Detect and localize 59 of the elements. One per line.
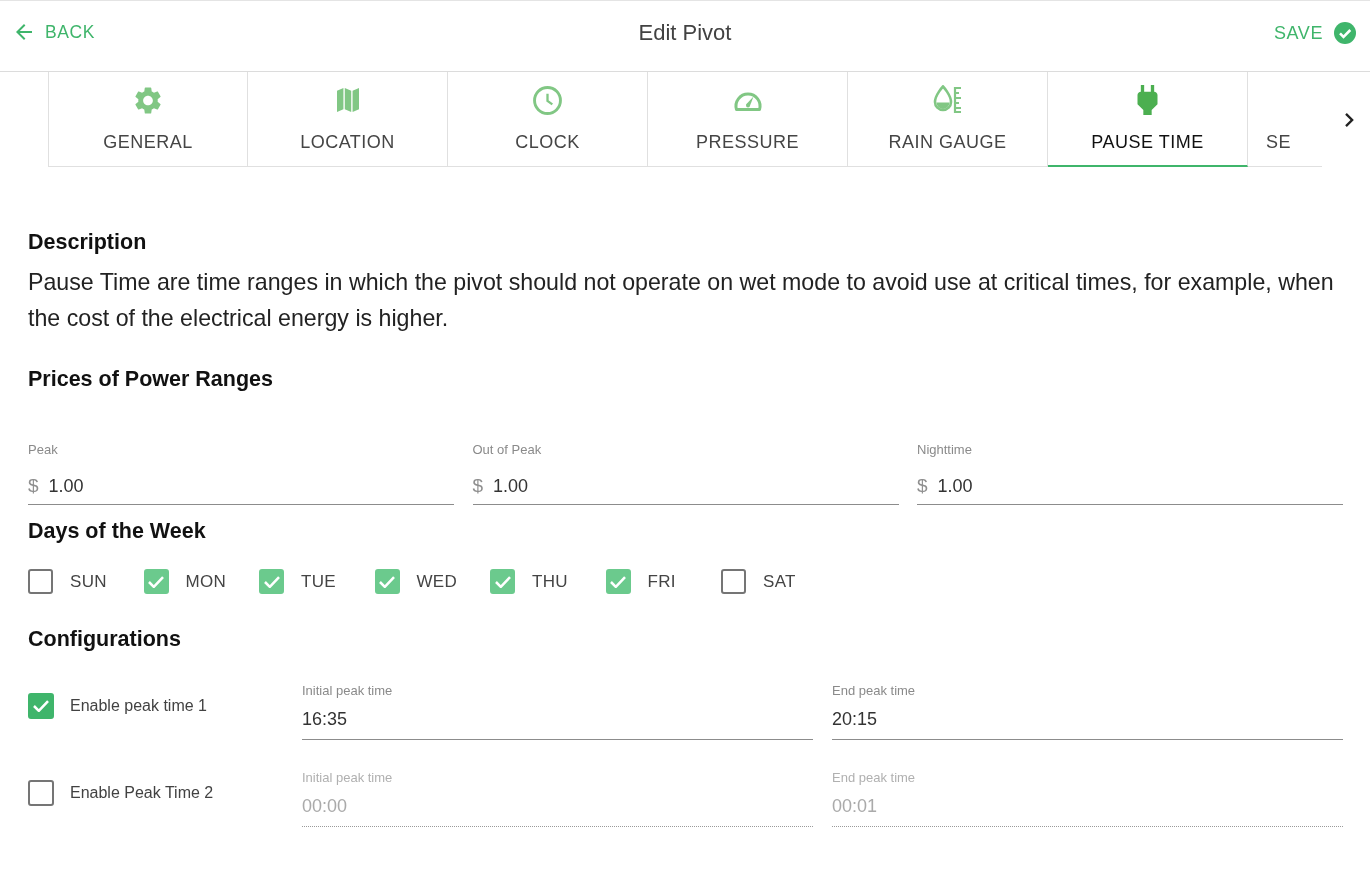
checkbox-label: Enable peak time 1: [70, 697, 207, 715]
tab[interactable]: LOCATION: [248, 72, 448, 167]
enable-checkbox[interactable]: [28, 780, 54, 806]
checkmark-icon: [263, 575, 280, 588]
plug-icon: [1137, 85, 1158, 115]
page-title: Edit Pivot: [638, 20, 732, 46]
price-field[interactable]: $ 1.00: [28, 458, 454, 505]
currency-symbol: $: [28, 475, 39, 497]
tab[interactable]: PRESSURE: [648, 72, 848, 167]
field-label: Peak: [28, 442, 59, 458]
field-label: Out of Peak: [472, 442, 543, 458]
checkmark-icon: [494, 575, 511, 588]
field-label: End peak time: [832, 683, 917, 699]
description-text: Pause Time are time ranges in which the pivot should not operate on wet mode to avoid use at critical times, for example, when the cost of the electrical energy is higher.: [28, 268, 1335, 333]
time-field[interactable]: 16:35: [302, 699, 813, 740]
section-heading: Description: [28, 229, 148, 256]
day-checkbox[interactable]: [605, 569, 631, 594]
checkmark-icon: [33, 700, 49, 712]
price-field[interactable]: $ 1.00: [472, 458, 899, 505]
currency-symbol: $: [472, 475, 484, 497]
day-checkbox[interactable]: [490, 569, 515, 594]
day-checkbox[interactable]: [259, 569, 284, 594]
back-arrow-icon: [16, 24, 32, 40]
field-label: Initial peak time: [302, 770, 394, 786]
checkmark-icon: [148, 575, 164, 588]
section-heading: Prices of Power Ranges: [28, 366, 274, 393]
tab[interactable]: RAIN GAUGE: [848, 72, 1048, 167]
day-checkbox[interactable]: [721, 569, 746, 594]
tab[interactable]: PAUSE TIME: [1048, 72, 1248, 167]
chevron-right-icon[interactable]: [1344, 112, 1354, 127]
field-label: Nighttime: [917, 442, 973, 458]
day-checkbox[interactable]: [28, 569, 53, 594]
day-label: FRI: [647, 571, 676, 592]
gear-icon: [135, 86, 161, 114]
currency-symbol: $: [917, 475, 928, 497]
tab[interactable]: CLOCK: [448, 72, 648, 167]
checkbox-label: Enable Peak Time 2: [70, 784, 214, 802]
price-field[interactable]: $ 1.00: [917, 458, 1343, 505]
tab[interactable]: GENERAL: [48, 72, 248, 167]
rain-gauge-icon: [932, 85, 963, 115]
section-heading: Configurations: [28, 626, 182, 653]
enable-checkbox[interactable]: [28, 693, 54, 719]
clock-icon: [533, 85, 562, 115]
day-label: SUN: [70, 571, 107, 592]
day-label: TUE: [301, 571, 336, 592]
field-label: End peak time: [832, 770, 917, 786]
day-label: THU: [532, 571, 568, 592]
section-heading: Days of the Week: [28, 518, 207, 545]
day-label: WED: [416, 571, 458, 592]
day-checkbox[interactable]: [143, 569, 169, 594]
folded-map-icon: [336, 87, 359, 113]
day-checkbox[interactable]: [374, 569, 400, 594]
checkmark-icon: [610, 575, 626, 588]
time-field[interactable]: 20:15: [832, 699, 1343, 740]
check-circle-icon: [1334, 22, 1356, 44]
day-label: MON: [185, 571, 227, 592]
field-label: Initial peak time: [302, 683, 394, 699]
day-label: SAT: [763, 571, 796, 592]
checkmark-icon: [379, 575, 395, 588]
